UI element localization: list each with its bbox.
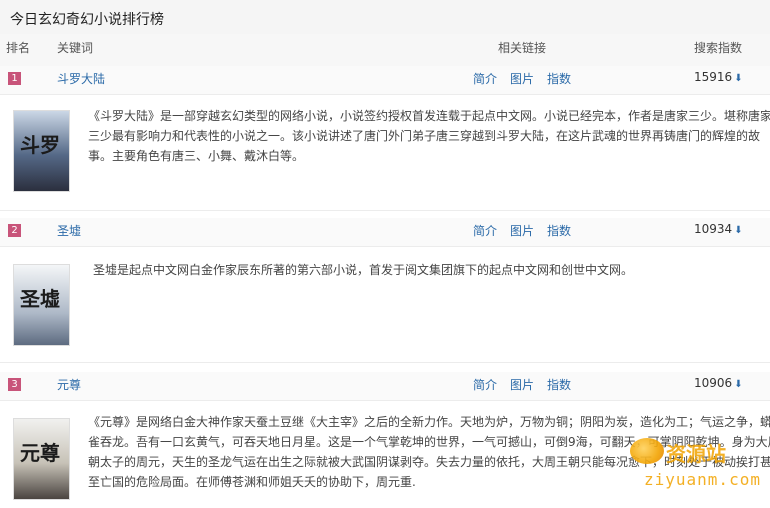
search-index-number: 10906: [694, 376, 733, 390]
column-header: 排名 关键词 相关链接 搜索指数: [0, 34, 770, 67]
watermark-logo-icon: [630, 438, 664, 464]
column-keyword: 关键词: [57, 41, 94, 55]
search-index-value: 10934 ⬇: [694, 222, 743, 236]
title-bar: 今日玄幻奇幻小说排行榜: [0, 0, 770, 35]
description-line: 圣墟是起点中文网白金作家辰东所著的第六部小说，首发于阅文集团旗下的起点中文网和创…: [93, 263, 634, 277]
search-index-number: 15916: [694, 70, 733, 84]
down-arrow-icon: ⬇: [734, 73, 743, 84]
book-cover[interactable]: 圣墟: [13, 264, 70, 346]
down-arrow-icon: ⬇: [734, 225, 743, 236]
description-line: 《元尊》是网络白金大神作家天蚕土豆继《大主宰》之后的全新力作。天地为炉，万物为铜…: [88, 415, 770, 429]
keyword-link[interactable]: 斗罗大陆: [57, 70, 105, 87]
book-cover[interactable]: 元尊: [13, 418, 70, 500]
intro-link[interactable]: 简介: [473, 376, 497, 393]
search-index-value: 15916 ⬇: [694, 70, 743, 84]
book-description: 圣墟是起点中文网白金作家辰东所著的第六部小说，首发于阅文集团旗下的起点中文网和创…: [93, 260, 770, 280]
column-search-index: 搜索指数: [694, 41, 743, 55]
table-row: 2 圣墟 简介 图片 指数 10934 ⬇: [0, 218, 770, 247]
table-row: 3 元尊 简介 图片 指数 10906 ⬇: [0, 372, 770, 401]
description-line: 事。主要角色有唐三、小舞、戴沐白等。: [88, 149, 305, 163]
table-row: 1 斗罗大陆 简介 图片 指数 15916 ⬇: [0, 66, 770, 95]
column-links: 相关链接: [498, 41, 547, 55]
book-detail: 圣墟 圣墟是起点中文网白金作家辰东所著的第六部小说，首发于阅文集团旗下的起点中文…: [0, 247, 770, 363]
search-index-value: 10906 ⬇: [694, 376, 743, 390]
rank-badge: 2: [8, 224, 21, 237]
book-cover[interactable]: 斗罗: [13, 110, 70, 192]
book-detail: 斗罗 《斗罗大陆》是一部穿越玄幻类型的网络小说，小说签约授权首发连载于起点中文网…: [0, 95, 770, 211]
cover-title: 斗罗: [20, 133, 60, 157]
site-watermark: 资源站 ziyuanm.com: [604, 438, 764, 498]
keyword-link[interactable]: 元尊: [57, 376, 81, 393]
intro-link[interactable]: 简介: [473, 222, 497, 239]
index-link[interactable]: 指数: [547, 222, 571, 239]
column-rank: 排名: [6, 41, 31, 55]
rank-badge: 3: [8, 378, 21, 391]
image-link[interactable]: 图片: [510, 222, 534, 239]
cover-title: 元尊: [20, 441, 60, 465]
rank-badge: 1: [8, 72, 21, 85]
image-link[interactable]: 图片: [510, 70, 534, 87]
description-line: 三少最有影响力和代表性的小说之一。该小说讲述了唐门外门弟子唐三穿越到斗罗大陆，在…: [88, 129, 761, 143]
cover-title: 圣墟: [20, 287, 60, 311]
book-description: 《斗罗大陆》是一部穿越玄幻类型的网络小说，小说签约授权首发连载于起点中文网。小说…: [88, 106, 770, 166]
index-link[interactable]: 指数: [547, 376, 571, 393]
index-link[interactable]: 指数: [547, 70, 571, 87]
keyword-link[interactable]: 圣墟: [57, 222, 81, 239]
intro-link[interactable]: 简介: [473, 70, 497, 87]
page-title: 今日玄幻奇幻小说排行榜: [10, 12, 164, 28]
description-line: 《斗罗大陆》是一部穿越玄幻类型的网络小说，小说签约授权首发连载于起点中文网。小说…: [88, 109, 770, 123]
watermark-cn: 资源站: [666, 442, 726, 466]
watermark-en: ziyuanm.com: [644, 470, 761, 489]
search-index-number: 10934: [694, 222, 733, 236]
down-arrow-icon: ⬇: [734, 379, 743, 390]
image-link[interactable]: 图片: [510, 376, 534, 393]
